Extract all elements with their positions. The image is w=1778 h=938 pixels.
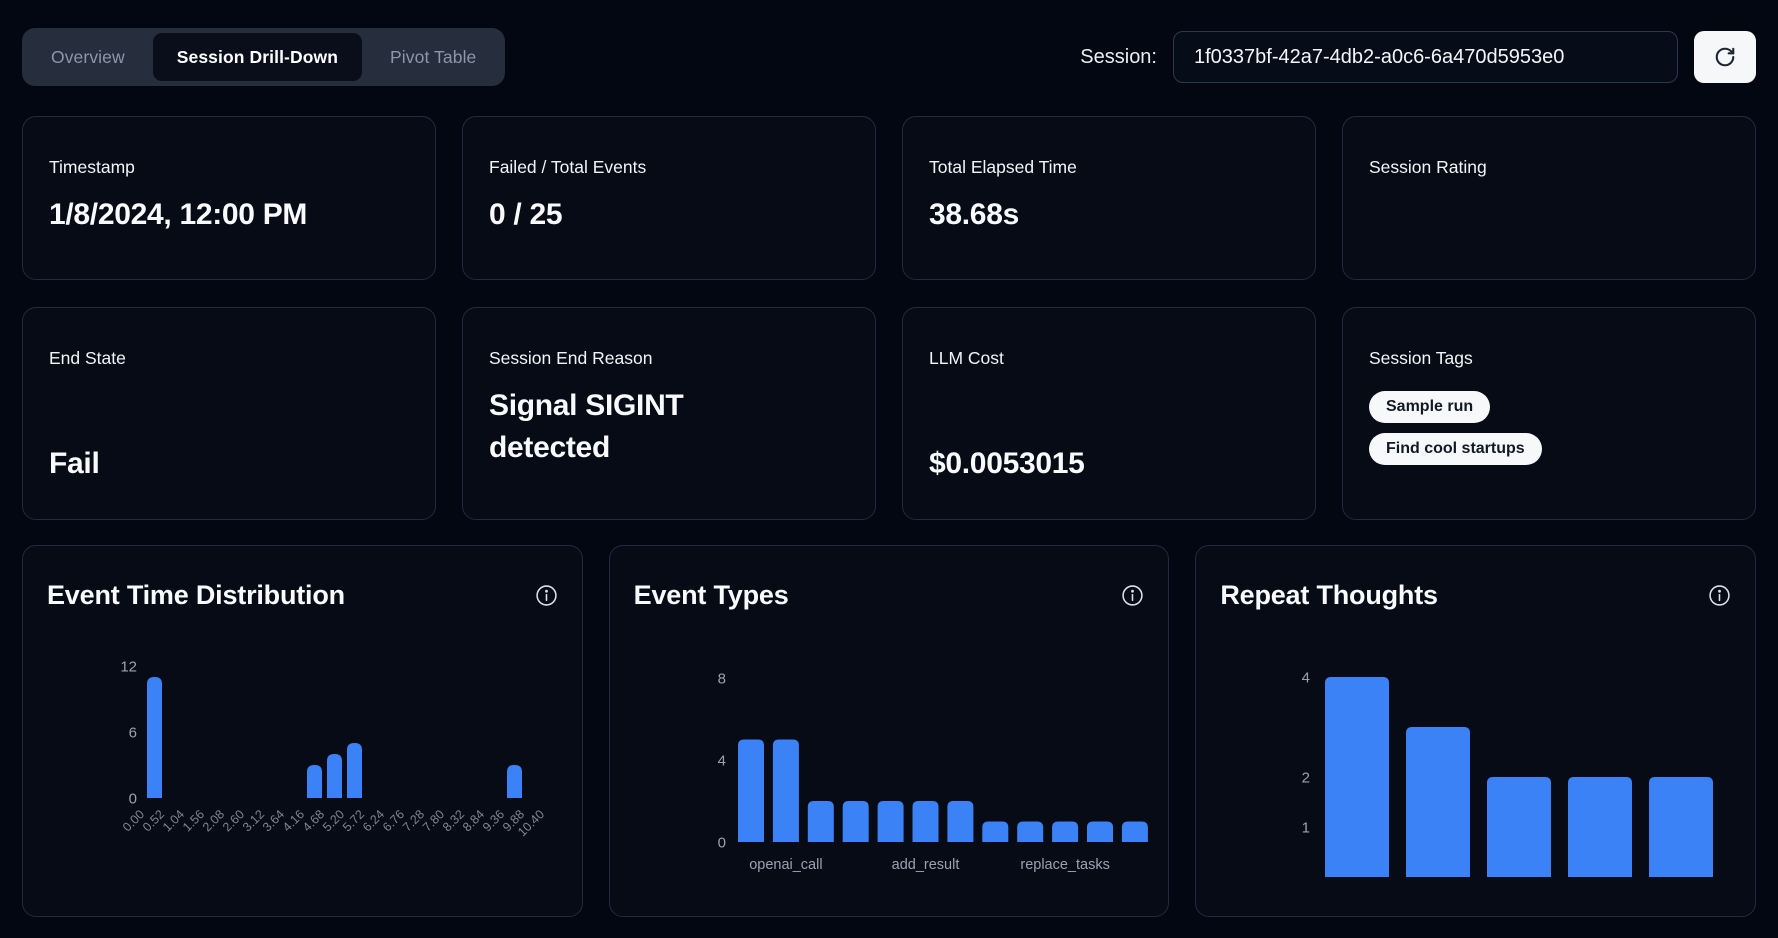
stats-row-2: End State Fail Session End Reason Signal…	[22, 307, 1756, 520]
tab-pivot-table[interactable]: Pivot Table	[366, 33, 500, 81]
svg-text:0: 0	[717, 835, 725, 852]
bar	[507, 765, 522, 798]
card-session-rating: Session Rating	[1342, 116, 1756, 280]
bar	[912, 801, 938, 842]
bar	[877, 801, 903, 842]
card-label: LLM Cost	[929, 348, 1289, 369]
info-icon[interactable]	[1708, 584, 1731, 607]
bar	[1122, 822, 1148, 843]
card-label: Total Elapsed Time	[929, 157, 1289, 178]
chart-title: Repeat Thoughts	[1220, 580, 1438, 611]
svg-text:4: 4	[717, 753, 725, 770]
event-time-distribution-chart: 06120.000.521.041.562.082.603.123.644.16…	[47, 633, 561, 873]
svg-text:6: 6	[129, 725, 137, 742]
bar	[1052, 822, 1078, 843]
card-label: Session End Reason	[489, 348, 849, 369]
bar	[307, 765, 322, 798]
bar	[347, 743, 362, 798]
bar	[147, 677, 162, 798]
tab-bar: Overview Session Drill-Down Pivot Table	[22, 28, 505, 86]
card-session-tags: Session Tags Sample run Find cool startu…	[1342, 307, 1756, 520]
bar	[1487, 777, 1551, 877]
svg-text:replace_tasks: replace_tasks	[1020, 857, 1109, 873]
chart-title: Event Types	[634, 580, 789, 611]
card-label: Session Tags	[1369, 348, 1729, 369]
bar	[1568, 777, 1632, 877]
refresh-button[interactable]	[1694, 31, 1756, 83]
svg-text:openai_call: openai_call	[749, 857, 822, 873]
bar	[1017, 822, 1043, 843]
svg-text:add_result: add_result	[891, 857, 959, 873]
card-failed-total-events: Failed / Total Events 0 / 25	[462, 116, 876, 280]
card-label: Failed / Total Events	[489, 157, 849, 178]
info-icon[interactable]	[1121, 584, 1144, 607]
rotate-cw-icon	[1714, 46, 1736, 68]
bar	[773, 740, 799, 843]
bar	[807, 801, 833, 842]
session-id-input[interactable]	[1173, 31, 1678, 83]
card-session-end-reason: Session End Reason Signal SIGINT detecte…	[462, 307, 876, 520]
svg-text:12: 12	[120, 659, 137, 676]
card-llm-cost: LLM Cost $0.0053015	[902, 307, 1316, 520]
bar	[1325, 677, 1389, 877]
bar	[327, 754, 342, 798]
svg-text:1: 1	[1302, 820, 1310, 837]
event-types-chart: 0 4 8 openai_call add_result replace_tasks	[634, 649, 1148, 894]
session-selector: Session:	[1080, 31, 1756, 83]
svg-text:0: 0	[129, 791, 137, 808]
svg-text:2: 2	[1302, 770, 1310, 787]
session-label: Session:	[1080, 46, 1157, 69]
card-value: 38.68s	[929, 194, 1289, 236]
card-value: Fail	[49, 443, 409, 485]
card-label: Session Rating	[1369, 157, 1729, 178]
card-timestamp: Timestamp 1/8/2024, 12:00 PM	[22, 116, 436, 280]
tab-overview[interactable]: Overview	[27, 33, 149, 81]
tag-pill: Sample run	[1369, 391, 1490, 423]
session-tags-list: Sample run Find cool startups	[1369, 391, 1729, 465]
bar	[1406, 727, 1470, 877]
bar	[1649, 777, 1713, 877]
bar	[842, 801, 868, 842]
chart-card-event-types: Event Types 0 4 8 openai_call add_result repl…	[609, 545, 1170, 917]
repeat-thoughts-chart: 1 2 4	[1220, 613, 1734, 883]
card-total-elapsed-time: Total Elapsed Time 38.68s	[902, 116, 1316, 280]
card-end-state: End State Fail	[22, 307, 436, 520]
chart-card-repeat-thoughts: Repeat Thoughts 1 2 4	[1195, 545, 1756, 917]
chart-card-event-time-distribution: Event Time Distribution 06120.000.521.04…	[22, 545, 583, 917]
info-icon[interactable]	[535, 584, 558, 607]
card-value: 1/8/2024, 12:00 PM	[49, 194, 409, 236]
svg-text:8: 8	[717, 671, 725, 688]
charts-row: Event Time Distribution 06120.000.521.04…	[22, 545, 1756, 917]
bar	[738, 740, 764, 843]
card-value: $0.0053015	[929, 443, 1289, 485]
card-value: 0 / 25	[489, 194, 849, 236]
tab-session-drill-down[interactable]: Session Drill-Down	[153, 33, 362, 81]
header: Overview Session Drill-Down Pivot Table …	[22, 28, 1756, 86]
bar	[947, 801, 973, 842]
card-label: Timestamp	[49, 157, 409, 178]
bar	[982, 822, 1008, 843]
chart-title: Event Time Distribution	[47, 580, 345, 611]
stats-row-1: Timestamp 1/8/2024, 12:00 PM Failed / To…	[22, 116, 1756, 280]
svg-text:4: 4	[1302, 670, 1310, 687]
card-value: Signal SIGINT detected	[489, 385, 779, 469]
tag-pill: Find cool startups	[1369, 433, 1542, 465]
card-label: End State	[49, 348, 409, 369]
bar	[1087, 822, 1113, 843]
